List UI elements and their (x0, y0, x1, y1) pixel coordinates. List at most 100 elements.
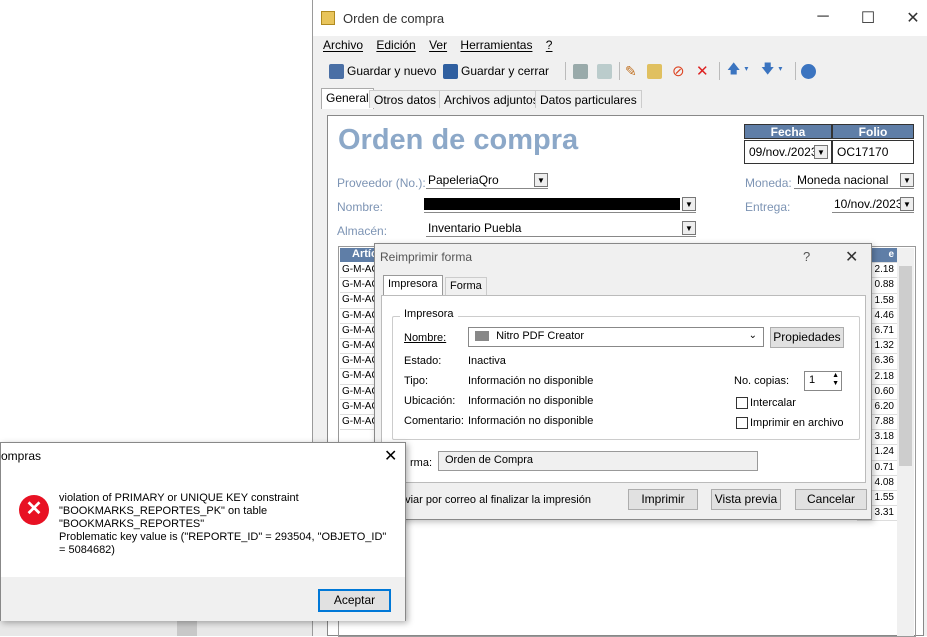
entrega-label: Entrega: (745, 200, 791, 214)
toolbar-separator (795, 62, 796, 80)
entrega-value: 10/nov./2023 (834, 197, 903, 211)
fecha-field[interactable]: 09/nov./2023 ▼ (744, 140, 832, 164)
print-icon[interactable] (573, 62, 588, 80)
chevron-down-icon[interactable]: ▼ (900, 173, 914, 187)
chevron-down-icon[interactable]: ⌄ (749, 330, 757, 341)
edit-icon[interactable]: ✎ (625, 62, 637, 80)
help-icon[interactable] (801, 62, 816, 80)
scrollbar-thumb[interactable] (899, 266, 912, 466)
help-button[interactable]: ? (803, 249, 810, 264)
menu-edicion[interactable]: Edición (376, 38, 415, 52)
proveedor-label: Proveedor (No.): (337, 176, 426, 190)
printer-name-label: Nombre: (404, 332, 447, 344)
imprimir-archivo-checkbox[interactable] (736, 417, 748, 429)
maximize-button[interactable]: ☐ (853, 8, 883, 28)
moneda-value: Moneda nacional (797, 173, 889, 187)
window-titlebar: Orden de compra ─ ☐ ✕ (313, 0, 927, 36)
printer-value: Nitro PDF Creator (496, 330, 585, 342)
background-scrollbar[interactable] (0, 620, 313, 636)
forma-field: Orden de Compra (438, 451, 758, 471)
printer-icon (475, 331, 489, 342)
ubicacion-value: Información no disponible (468, 395, 594, 407)
app-icon (321, 11, 335, 25)
aceptar-button[interactable]: Aceptar (318, 589, 391, 612)
comentario-value: Información no disponible (468, 415, 594, 427)
toolbar-separator (719, 62, 720, 80)
fecha-header: Fecha (744, 124, 832, 139)
cancelar-button[interactable]: Cancelar (795, 489, 867, 510)
redacted-name (424, 198, 680, 210)
nombre-dropdown[interactable]: ▼ (424, 197, 696, 213)
printer-select[interactable]: Nitro PDF Creator ⌄ (468, 327, 764, 347)
copias-label: No. copias: (734, 375, 790, 387)
proveedor-value: PapeleriaQro (428, 173, 499, 187)
nombre-label: Nombre: (337, 200, 384, 214)
arrow-up-icon[interactable]: 🡅 ▾ (727, 61, 749, 80)
close-button[interactable]: ✕ (898, 8, 927, 28)
minimize-button[interactable]: ─ (808, 8, 838, 28)
form-heading: Orden de compra (338, 124, 579, 156)
reprint-close-button[interactable]: ✕ (845, 247, 858, 267)
tipo-label: Tipo: (404, 375, 429, 387)
email-option-label[interactable]: nviar por correo al finalizar la impresi… (399, 494, 591, 506)
folio-field: OC17170 (832, 140, 914, 164)
toolbar: Guardar y nuevo Guardar y cerrar ✎ ⊘ ✕ 🡅… (327, 60, 927, 82)
chevron-down-icon[interactable]: ▼ (534, 173, 548, 187)
tipo-value: Información no disponible (468, 375, 594, 387)
copias-stepper[interactable]: 1 ▲ ▼ (804, 371, 842, 391)
scrollbar-thumb[interactable] (177, 620, 197, 636)
tab-archivos-adjuntos[interactable]: Archivos adjuntos (439, 90, 544, 108)
copias-value: 1 (809, 374, 816, 386)
comentario-label: Comentario: (404, 415, 464, 427)
moneda-dropdown[interactable]: Moneda nacional ▼ (794, 173, 914, 189)
error-message: violation of PRIMARY or UNIQUE KEY const… (59, 492, 387, 556)
tab-datos-particulares[interactable]: Datos particulares (535, 90, 642, 108)
chevron-down-icon[interactable]: ▼ (682, 221, 696, 235)
entrega-dropdown[interactable]: 10/nov./2023 ▼ (832, 197, 914, 213)
almacen-dropdown[interactable]: Inventario Puebla ▼ (426, 221, 696, 237)
grid-scrollbar[interactable] (897, 248, 914, 636)
error-dialog: ompras ✕ ✕ violation of PRIMARY or UNIQU… (0, 442, 406, 621)
save-close-icon (443, 63, 458, 79)
copy-icon[interactable] (647, 62, 662, 80)
imprimir-archivo-label: Imprimir en archivo (750, 417, 844, 429)
menu-ver[interactable]: Ver (429, 38, 447, 52)
properties-button[interactable]: Propiedades (770, 327, 844, 348)
printer-group-label: Impresora (400, 308, 458, 320)
chevron-down-icon[interactable]: ▼ (682, 197, 696, 211)
save-new-label: Guardar y nuevo (347, 64, 437, 78)
cancel-icon[interactable]: ⊘ (672, 62, 685, 80)
reprint-dialog: Reimprimir forma ? ✕ Impresora Forma Imp… (374, 243, 872, 520)
reprint-tab-panel: Impresora Nombre: Nitro PDF Creator ⌄ Pr… (381, 295, 866, 483)
save-icon (329, 63, 344, 79)
estado-label: Estado: (404, 355, 442, 367)
save-close-label: Guardar y cerrar (461, 64, 550, 78)
menu-herramientas[interactable]: Herramientas (460, 38, 532, 52)
error-close-button[interactable]: ✕ (384, 446, 397, 466)
folio-header: Folio (832, 124, 914, 139)
tab-general[interactable]: General (321, 88, 374, 109)
tab-impresora[interactable]: Impresora (383, 275, 443, 295)
error-icon: ✕ (19, 495, 49, 525)
toolbar-separator (619, 62, 620, 80)
error-dialog-title: ompras (1, 449, 42, 463)
chevron-down-icon[interactable]: ▼ (900, 197, 914, 211)
delete-icon[interactable]: ✕ (696, 62, 709, 80)
vista-previa-button[interactable]: Vista previa (711, 489, 781, 510)
intercalar-checkbox[interactable] (736, 397, 748, 409)
spin-arrows-icon[interactable]: ▲ ▼ (832, 372, 839, 388)
menu-archivo[interactable]: Archivo (323, 38, 363, 52)
chevron-down-icon[interactable]: ▼ (814, 145, 828, 159)
tab-forma[interactable]: Forma (445, 277, 487, 295)
save-close-button[interactable]: Guardar y cerrar (443, 62, 549, 80)
proveedor-dropdown[interactable]: PapeleriaQro ▼ (426, 173, 548, 189)
forma-label: rma: (410, 457, 432, 469)
menu-help[interactable]: ? (546, 38, 553, 52)
save-new-button[interactable]: Guardar y nuevo (329, 62, 436, 80)
toolbar-separator (565, 62, 566, 80)
ubicacion-label: Ubicación: (404, 395, 456, 407)
imprimir-button[interactable]: Imprimir (628, 489, 698, 510)
arrow-down-icon[interactable]: 🡇 ▾ (761, 61, 783, 80)
print-preview-icon[interactable] (597, 62, 612, 80)
tab-otros-datos[interactable]: Otros datos (369, 90, 442, 108)
